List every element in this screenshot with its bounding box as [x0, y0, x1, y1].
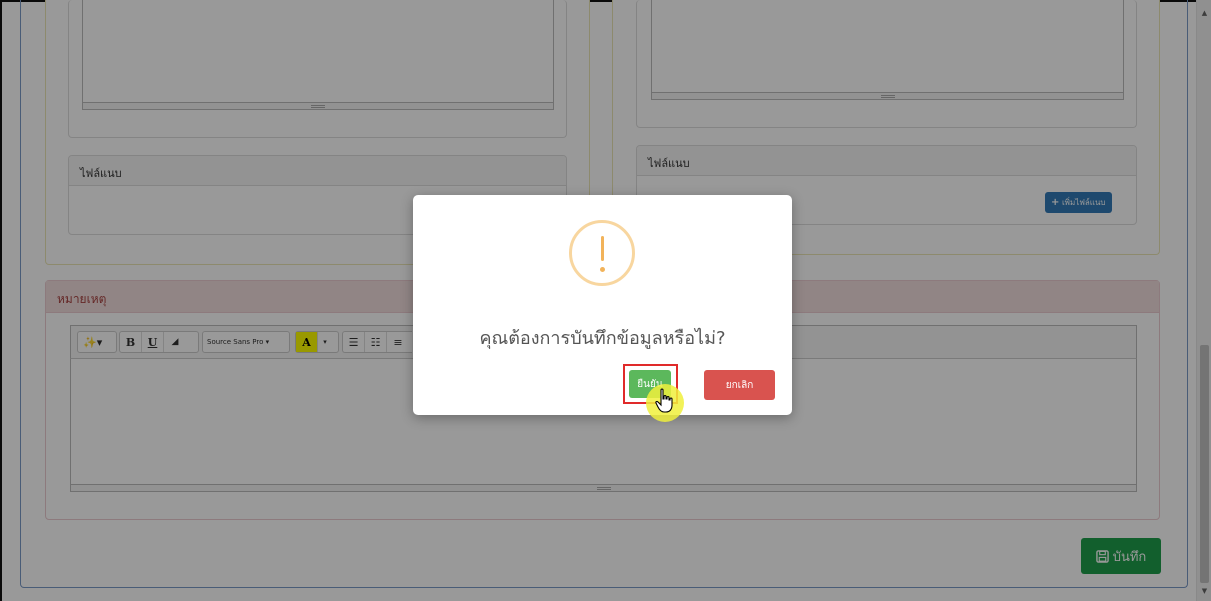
hand-pointer-icon — [655, 388, 673, 413]
confirm-dialog: คุณต้องการบันทึกข้อมูลหรือไม่? ยืนยัน ยก… — [413, 195, 792, 415]
cancel-button[interactable]: ยกเลิก — [704, 370, 775, 400]
warning-icon — [569, 220, 635, 286]
dialog-title: คุณต้องการบันทึกข้อมูลหรือไม่? — [479, 328, 726, 349]
